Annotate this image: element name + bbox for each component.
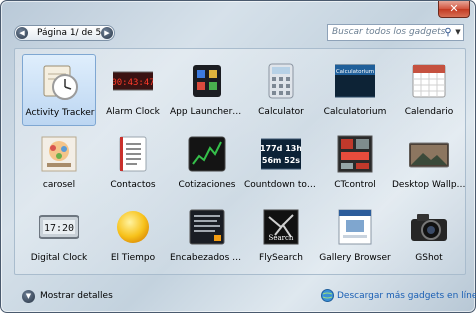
gadget-label: Encabezados de... [170, 253, 244, 263]
calendar-icon [412, 64, 446, 98]
svg-text:Search: Search [269, 234, 294, 242]
gadget-label: GShot [415, 253, 443, 263]
gadget-desktop-wallpaper[interactable]: Desktop Wallpa... [392, 127, 466, 199]
app-launcher-icon [193, 65, 221, 97]
gadget-label: Calculator [258, 107, 304, 117]
gadget-activity-tracker[interactable]: Activity Tracker [22, 54, 96, 126]
gadget-gallery-window: ✕ ◀ Página 1/ de 5 ▶ Buscar todos los ga… [0, 0, 476, 313]
gadget-flysearch[interactable]: Search FlySearch [244, 200, 318, 272]
gadgets-grid: Activity Tracker 00:43:47 Alarm Clock Ap… [14, 48, 466, 275]
gadget-label: Digital Clock [30, 253, 88, 263]
gadget-gshot[interactable]: GShot [392, 200, 466, 272]
show-details-toggle[interactable]: ▼ [22, 290, 35, 303]
gadget-label: Calculatorium [323, 107, 387, 117]
gadget-gallery-browser[interactable]: Gallery Browser [318, 200, 392, 272]
search-options-dropdown[interactable]: ▼ [454, 26, 462, 39]
headlines-icon [189, 209, 225, 245]
page-navigator: ◀ Página 1/ de 5 ▶ [14, 25, 115, 41]
flysearch-icon: Search [263, 209, 299, 245]
show-details-label[interactable]: Mostrar detalles [40, 289, 113, 304]
svg-text:00:43:47: 00:43:47 [113, 78, 153, 88]
gadget-cotizaciones[interactable]: Cotizaciones [170, 127, 244, 199]
calculatorium-icon: Calculatorium [335, 64, 375, 98]
gadget-label: Desktop Wallpa... [392, 180, 466, 190]
gallery-browser-icon [338, 209, 372, 245]
gadget-label: App Launcher v3 [170, 107, 244, 117]
gadget-alarm-clock[interactable]: 00:43:47 Alarm Clock [96, 54, 170, 126]
close-button[interactable]: ✕ [438, 1, 470, 18]
search-box[interactable]: Buscar todos los gadgets ⚲ ▼ [327, 24, 464, 41]
gadget-calculator[interactable]: Calculator [244, 54, 318, 126]
search-input[interactable]: Buscar todos los gadgets [332, 25, 445, 40]
gadget-el-tiempo[interactable]: El Tiempo [96, 200, 170, 272]
gadget-label: carosel [42, 180, 76, 190]
gadget-ctcontrol[interactable]: CTcontrol [318, 127, 392, 199]
gadget-calendario[interactable]: Calendario [392, 54, 466, 126]
gadget-label: Contactos [110, 180, 156, 190]
svg-text:17:20: 17:20 [44, 223, 74, 234]
globe-icon [321, 289, 334, 302]
digital-clock-red-icon: 00:43:47 [113, 71, 153, 91]
sun-icon [117, 211, 149, 243]
search-icon[interactable]: ⚲ [442, 26, 454, 39]
gadget-label: Activity Tracker [25, 108, 95, 118]
ctcontrol-icon [337, 135, 373, 173]
gadget-app-launcher[interactable]: App Launcher v3 [170, 54, 244, 126]
gadget-label: Cotizaciones [178, 180, 236, 190]
countdown-icon: 177d 13h 56m 52s [261, 138, 301, 170]
stock-chart-icon [188, 136, 226, 172]
gadget-countdown[interactable]: 177d 13h 56m 52s Countdown to ... [244, 127, 318, 199]
digital-clock-icon: 17:20 [39, 215, 79, 239]
gadget-label: El Tiempo [110, 253, 156, 263]
clock-calendar-icon [43, 65, 78, 100]
contacts-icon [119, 136, 147, 172]
gadget-carosel[interactable]: carosel [22, 127, 96, 199]
gadget-label: CTcontrol [334, 180, 376, 190]
wallpaper-icon [409, 142, 449, 168]
gadget-label: FlySearch [259, 253, 303, 263]
page-indicator: Página 1/ de 5 [37, 28, 102, 38]
download-more-gadgets-link[interactable]: Descargar más gadgets en línea [337, 289, 476, 304]
gadget-digital-clock[interactable]: 17:20 Digital Clock [22, 200, 96, 272]
svg-text:Calculatorium: Calculatorium [336, 69, 374, 75]
previous-page-button[interactable]: ◀ [16, 27, 28, 39]
gadget-label: Countdown to ... [244, 180, 318, 190]
gadget-encabezados[interactable]: Encabezados de... [170, 200, 244, 272]
camera-icon [411, 214, 447, 241]
carosel-icon [41, 136, 77, 172]
calculator-icon [268, 63, 294, 99]
gadget-contactos[interactable]: Contactos [96, 127, 170, 199]
gadget-calculatorium[interactable]: Calculatorium Calculatorium [318, 54, 392, 126]
gadget-label: Calendario [404, 107, 454, 117]
gadget-label: Alarm Clock [106, 107, 160, 117]
gadget-label: Gallery Browser [319, 253, 391, 263]
svg-text:56m 52s: 56m 52s [262, 156, 300, 165]
next-page-button[interactable]: ▶ [101, 27, 113, 39]
svg-text:177d 13h: 177d 13h [261, 144, 301, 153]
